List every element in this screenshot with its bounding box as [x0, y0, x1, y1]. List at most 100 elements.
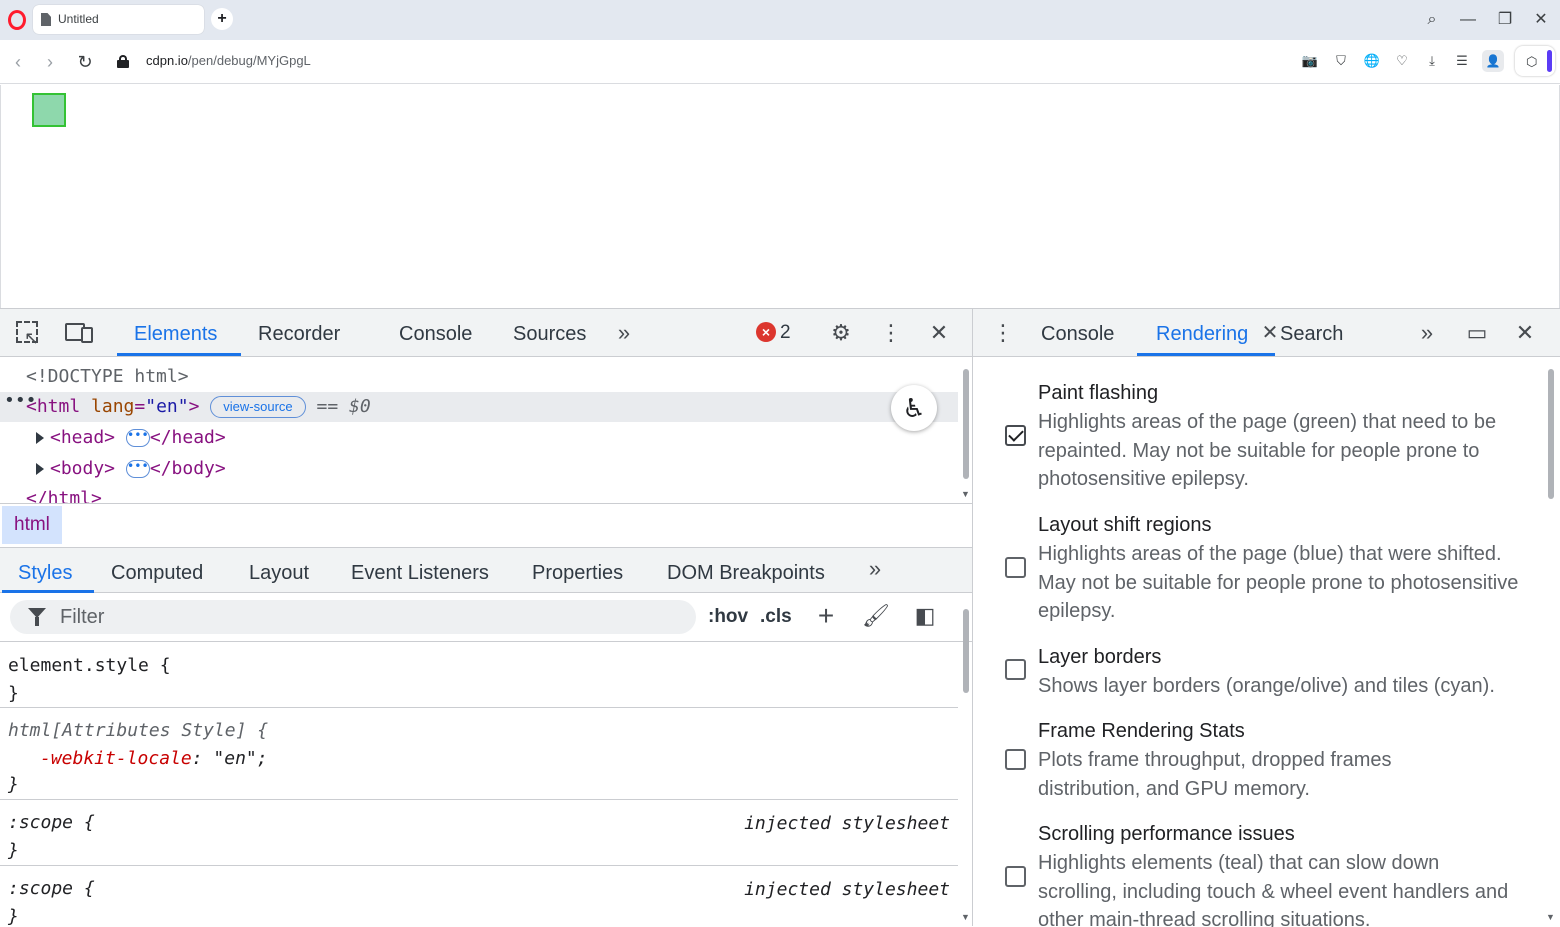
- rule-scope-2[interactable]: :scope { injected stylesheet }: [0, 866, 958, 927]
- kebab-menu-icon[interactable]: ⋮: [876, 319, 906, 349]
- error-icon[interactable]: ×: [756, 322, 776, 342]
- drawer-scroll-down-arrow-icon[interactable]: ▼: [1546, 912, 1555, 922]
- opera-logo-icon[interactable]: [8, 10, 26, 30]
- collapsed-ellipsis-icon[interactable]: •••: [125, 429, 150, 447]
- expand-triangle-icon[interactable]: [36, 432, 44, 444]
- tab-elements[interactable]: Elements: [134, 323, 217, 346]
- rule-close: }: [8, 906, 19, 927]
- tree-scrollbar[interactable]: [963, 369, 969, 479]
- url-field[interactable]: cdpn.io/pen/debug/MYjGpgL: [146, 53, 311, 68]
- rule-selector: :scope {: [8, 812, 95, 833]
- tree-row-doctype[interactable]: <!DOCTYPE html>: [26, 362, 958, 392]
- devtools-main-panel: ↖ Elements Recorder Console Sources » × …: [0, 308, 973, 927]
- paint-flashing-checkbox[interactable]: [1005, 425, 1026, 446]
- more-subtabs-icon[interactable]: »: [860, 555, 890, 585]
- styles-scrollbar[interactable]: [963, 609, 969, 693]
- rule-selector: element.style {: [8, 655, 171, 676]
- reload-button[interactable]: ↻: [73, 50, 97, 74]
- option-desc: Highlights areas of the page (blue) that…: [1038, 543, 1519, 622]
- back-button[interactable]: ‹: [6, 50, 30, 74]
- device-toolbar-icon[interactable]: [65, 321, 95, 347]
- cube-icon: ⬡: [1526, 54, 1538, 69]
- new-tab-button[interactable]: +: [211, 8, 233, 30]
- url-path: /pen/debug/MYjGpgL: [187, 53, 311, 68]
- search-tabs-icon[interactable]: ⌕: [1420, 8, 1444, 32]
- collapsed-ellipsis-icon[interactable]: •••: [125, 460, 150, 478]
- tab-styles[interactable]: Styles: [18, 562, 72, 585]
- devtools-drawer: ⋮ Console Rendering ✕ Search » ▭ ✕ Paint…: [973, 308, 1560, 927]
- drawer-menu-icon[interactable]: ⋮: [988, 319, 1018, 349]
- rule-element-style[interactable]: element.style { }: [0, 643, 958, 708]
- tab-dom-breakpoints[interactable]: DOM Breakpoints: [667, 562, 825, 585]
- body-close-tag: </body>: [149, 458, 226, 479]
- browser-tab[interactable]: Untitled: [33, 5, 204, 34]
- view-source-badge[interactable]: view-source: [210, 396, 306, 418]
- option-desc: Highlights elements (teal) that can slow…: [1038, 852, 1509, 927]
- option-desc: Shows layer borders (orange/olive) and t…: [1038, 675, 1495, 697]
- shield-icon[interactable]: ⛉: [1330, 50, 1352, 72]
- profile-icon[interactable]: 👤: [1482, 50, 1504, 72]
- rule-origin: injected stylesheet: [744, 813, 950, 834]
- html-open-tag: <html: [26, 396, 81, 417]
- styles-pane: element.style { } html[Attributes Style]…: [0, 643, 958, 927]
- close-window-button[interactable]: ✕: [1529, 8, 1553, 32]
- rule-scope-1[interactable]: :scope { injected stylesheet }: [0, 800, 958, 866]
- option-title: Layer borders: [1038, 646, 1162, 668]
- layer-borders-checkbox[interactable]: [1005, 659, 1026, 680]
- frame-stats-checkbox[interactable]: [1005, 749, 1026, 770]
- close-devtools-icon[interactable]: ✕: [924, 319, 954, 349]
- inspect-element-icon[interactable]: ↖: [15, 320, 43, 348]
- tab-console[interactable]: Console: [399, 323, 472, 346]
- tab-event-listeners[interactable]: Event Listeners: [351, 562, 489, 585]
- html-attr-value: "en": [145, 396, 189, 417]
- accessibility-icon[interactable]: ♿: [891, 385, 937, 431]
- new-style-rule-icon[interactable]: +: [811, 602, 841, 632]
- scrolling-performance-checkbox[interactable]: [1005, 866, 1026, 887]
- title-bar: Untitled + ⌕ — ❐ ✕: [0, 0, 1560, 40]
- easy-setup-icon[interactable]: ☰: [1451, 50, 1473, 72]
- settings-gear-icon[interactable]: ⚙: [826, 319, 856, 349]
- tab-properties[interactable]: Properties: [532, 562, 623, 585]
- elements-tree[interactable]: <!DOCTYPE html> ••• <html lang="en"> vie…: [0, 358, 958, 503]
- tab-layout[interactable]: Layout: [249, 562, 309, 585]
- drawer-more-tabs-icon[interactable]: »: [1412, 319, 1442, 349]
- tree-row-html[interactable]: ••• <html lang="en"> view-source == $0: [0, 390, 958, 422]
- translate-icon[interactable]: 🌐: [1361, 50, 1383, 72]
- expand-triangle-icon[interactable]: [36, 463, 44, 475]
- paint-brush-icon[interactable]: 🖌: [861, 602, 891, 632]
- extensions-button[interactable]: ⬡: [1515, 46, 1555, 76]
- rule-html-attributes[interactable]: html[Attributes Style] { -webkit-locale:…: [0, 708, 958, 800]
- styles-scroll-down-arrow-icon[interactable]: ▼: [961, 912, 970, 922]
- drawer-tab-search[interactable]: Search: [1280, 323, 1343, 346]
- tab-sources[interactable]: Sources: [513, 323, 586, 346]
- cls-toggle-button[interactable]: .cls: [760, 606, 792, 628]
- scroll-down-arrow-icon[interactable]: ▼: [961, 489, 970, 499]
- restore-button[interactable]: ❐: [1493, 8, 1517, 32]
- rule-close: }: [8, 840, 19, 861]
- forward-button[interactable]: ›: [38, 50, 62, 74]
- lock-icon[interactable]: [117, 55, 129, 68]
- tree-row-body[interactable]: <body> •••</body>: [36, 454, 958, 484]
- close-drawer-icon[interactable]: ✕: [1510, 319, 1540, 349]
- error-count[interactable]: 2: [780, 322, 791, 344]
- tab-recorder[interactable]: Recorder: [258, 323, 340, 346]
- body-open-tag: <body>: [50, 458, 116, 479]
- styles-filter-input[interactable]: [10, 600, 696, 634]
- tree-row-html-end[interactable]: </html>: [26, 484, 958, 503]
- drawer-tab-console[interactable]: Console: [1041, 323, 1114, 346]
- html-end-tag: </html>: [26, 488, 102, 503]
- layout-shift-checkbox[interactable]: [1005, 557, 1026, 578]
- download-icon[interactable]: ⤓: [1421, 50, 1443, 72]
- drawer-scrollbar[interactable]: [1548, 369, 1554, 499]
- tree-row-head[interactable]: <head> •••</head>: [36, 423, 958, 453]
- toggle-sidebar-icon[interactable]: ◧: [910, 602, 940, 632]
- heart-icon[interactable]: ♡: [1391, 50, 1413, 72]
- hov-toggle-button[interactable]: :hov: [708, 606, 748, 628]
- more-tabs-icon[interactable]: »: [609, 319, 639, 349]
- tab-computed[interactable]: Computed: [111, 562, 203, 585]
- breadcrumb-html[interactable]: html: [2, 506, 62, 544]
- dock-drawer-icon[interactable]: ▭: [1462, 319, 1492, 349]
- minimize-button[interactable]: —: [1456, 8, 1480, 32]
- drawer-tab-rendering[interactable]: Rendering: [1156, 323, 1248, 346]
- camera-icon[interactable]: 📷: [1299, 50, 1321, 72]
